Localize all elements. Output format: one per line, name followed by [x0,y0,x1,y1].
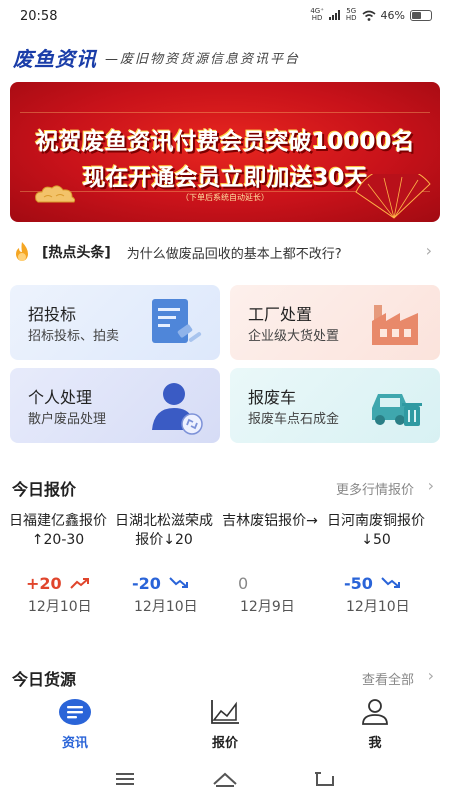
promo-banner[interactable]: 祝贺废鱼资讯付费会员突破10000名 现在开通会员立即加送30天 （下单后系统自… [10,82,440,222]
app-logo: 废鱼资讯 [13,46,97,71]
document-gavel-icon [152,299,202,343]
quote-date: 12月10日 [346,599,410,615]
trend-down-icon [381,577,400,588]
card-title: 招投标 [28,305,77,324]
signal-icon [328,10,340,20]
trend-down-icon [169,577,188,588]
app-slogan: —废旧物资货源信息资讯平台 [105,51,301,67]
tab-label: 我 [368,736,382,751]
tab-news[interactable]: 资讯 [35,698,115,751]
quote-change-value: -50 [344,573,373,593]
quote-change: 0 [238,572,322,594]
card-title: 工厂处置 [248,305,313,324]
quote-item[interactable]: 日河南废铜报价↓50 -50 12月10日 [324,512,428,616]
quote-change-value: 0 [238,573,249,593]
network-4g-indicator: 4G⁺ HD [310,7,324,22]
quote-title: 日福建亿鑫报价↑20-30 [9,513,107,548]
card-subtitle: 报废车点石成金 [248,412,340,427]
more-quotes-link[interactable]: 更多行情报价 [336,479,414,498]
wifi-icon [362,10,376,21]
quote-change-value: -20 [132,573,161,593]
app-header: 废鱼资讯 —废旧物资货源信息资讯平台 [13,42,443,72]
category-card-personal[interactable]: 个人处理 散户废品处理 [10,368,220,443]
battery-percent: 46% [380,8,405,22]
menu-icon[interactable] [112,768,138,790]
quotes-list: 日福建亿鑫报价↑20-30 +20 12月10日 日湖北松滋荣成报价↓20 -2… [0,512,450,622]
bottom-tab-bar: 资讯 报价 我 [0,698,450,754]
quote-item[interactable]: 吉林废铝报价→ 0 12月9日 [218,512,322,616]
category-card-bidding[interactable]: 招投标 招标投标、拍卖 [10,285,220,360]
factory-icon [372,305,418,345]
quote-date: 12月10日 [28,599,92,615]
quote-title: 日河南废铜报价↓50 [327,513,425,548]
category-card-factory[interactable]: 工厂处置 企业级大货处置 [230,285,440,360]
quote-item[interactable]: 日湖北松滋荣成报价↓20 -20 12月10日 [112,512,216,616]
home-icon[interactable] [212,768,238,790]
headline-tag: [热点头条] [42,245,111,261]
tab-label: 资讯 [61,736,88,751]
status-icons: 4G⁺ HD 5G HD 46% [310,8,432,22]
back-icon[interactable] [312,768,338,790]
quote-change: -50 [344,572,428,594]
car-scrap-icon [372,394,422,426]
person-recycle-icon [152,383,203,435]
status-time: 20:58 [20,9,58,24]
quote-change: -20 [132,572,216,594]
category-card-scrap-car[interactable]: 报废车 报废车点石成金 [230,368,440,443]
status-bar: 20:58 4G⁺ HD 5G HD 46% [0,0,450,34]
chevron-right-icon[interactable]: › [428,666,434,685]
tab-me[interactable]: 我 [335,698,415,751]
flame-icon [16,242,28,261]
system-nav-bar [0,760,450,800]
card-title: 个人处理 [28,388,93,407]
banner-headline: 祝贺废鱼资讯付费会员突破10000名 [35,129,415,155]
quote-change: +20 [26,572,110,594]
quote-date: 12月9日 [240,599,295,615]
quote-title: 日湖北松滋荣成报价↓20 [115,513,213,548]
quote-item[interactable]: 日福建亿鑫报价↑20-30 +20 12月10日 [6,512,110,616]
quote-change-value: +20 [26,573,62,593]
news-icon [59,699,91,725]
view-all-link[interactable]: 查看全部 [362,669,414,688]
chevron-right-icon[interactable]: › [428,476,434,495]
hot-headline[interactable]: [热点头条] 为什么做废品回收的基本上都不改行? › [10,238,440,266]
cloud-icon [35,185,76,203]
supply-section-title: 今日货源 [12,670,77,690]
card-subtitle: 散户废品处理 [28,412,107,427]
tab-label: 报价 [211,736,238,751]
chevron-right-icon[interactable]: › [426,241,432,260]
headline-text[interactable]: 为什么做废品回收的基本上都不改行? [127,243,342,262]
battery-icon [410,9,432,21]
trend-up-icon [69,578,89,589]
quote-date: 12月10日 [134,599,198,615]
user-icon [362,699,388,725]
card-title: 报废车 [248,388,297,407]
network-5g-indicator: 5G HD [345,7,357,22]
card-subtitle: 招标投标、拍卖 [28,329,120,344]
card-subtitle: 企业级大货处置 [248,329,340,344]
quotes-section-title: 今日报价 [12,480,77,500]
fan-icon [355,174,431,219]
quote-title: 吉林废铝报价→ [222,513,318,529]
tab-quotes[interactable]: 报价 [185,698,265,751]
chart-icon [211,700,239,724]
